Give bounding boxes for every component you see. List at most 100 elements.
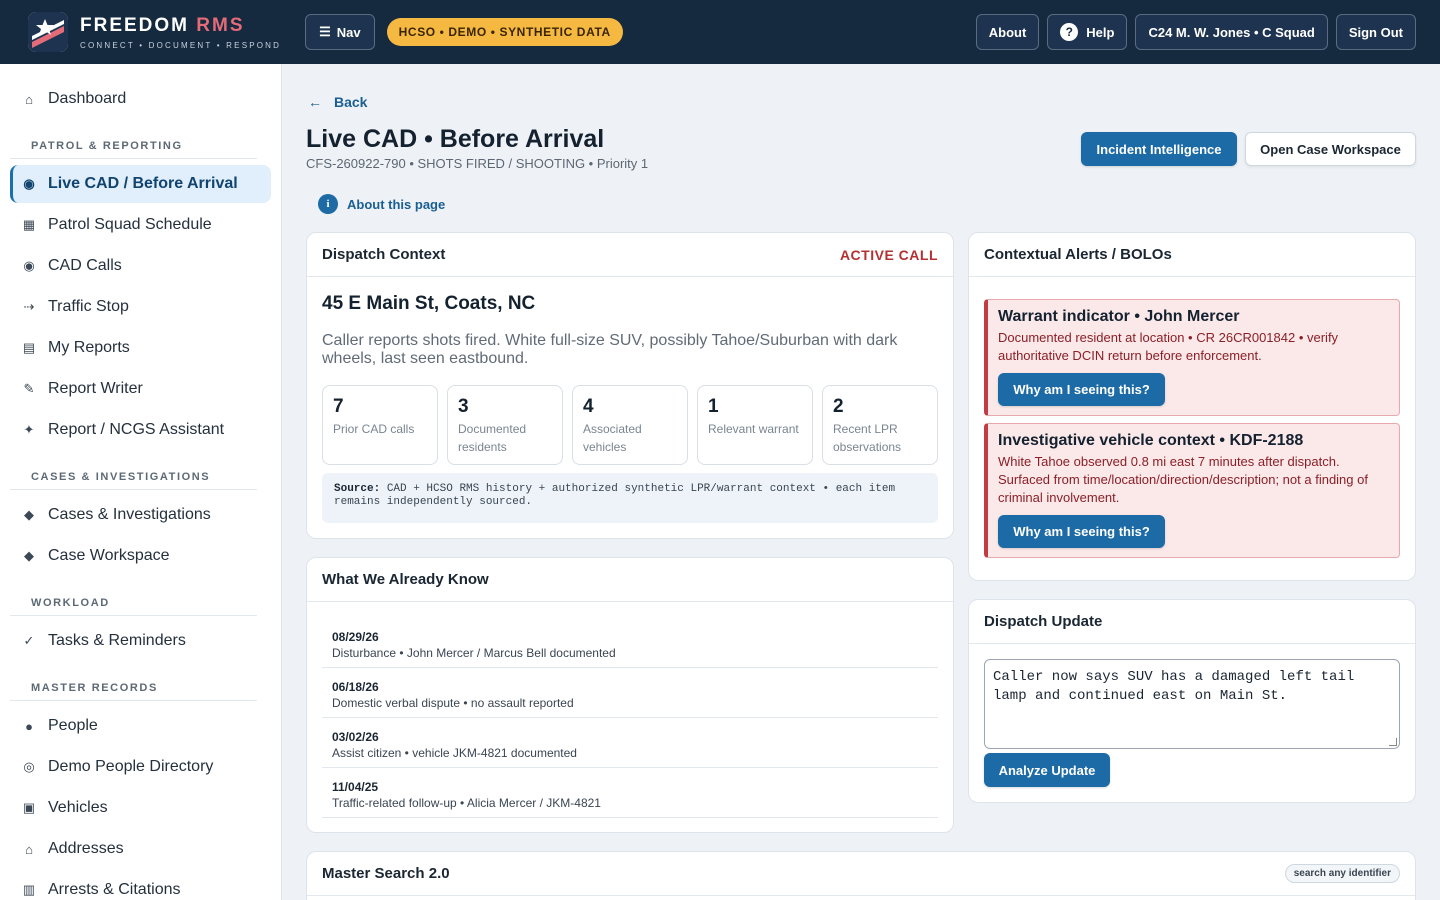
list-item[interactable]: 08/29/26 Disturbance • John Mercer / Marc… — [322, 618, 938, 668]
alert-body: Documented resident at location • CR 26C… — [998, 330, 1339, 363]
menu-icon: ☰ — [319, 24, 331, 39]
dispatch-update-header: Dispatch Update — [969, 600, 1415, 644]
brand: FREEDOM RMS CONNECT • DOCUMENT • RESPOND — [80, 15, 281, 50]
why-seeing-this-button[interactable]: Why am I seeing this? — [998, 515, 1165, 548]
diamond-icon: ◆ — [24, 507, 34, 522]
help-button-label: Help — [1086, 24, 1115, 40]
stat-lpr[interactable]: 2 Recent LPR observations — [822, 385, 938, 465]
why-seeing-this-button[interactable]: Why am I seeing this? — [998, 373, 1165, 406]
stats-row: 7 Prior CAD calls 3 Documented residents 4… — [322, 385, 938, 465]
page-subtitle: CFS-260922-790 • SHOTS FIRED / SHOOTING … — [306, 156, 649, 171]
master-search-card: Master Search 2.0 search any identifier — [306, 851, 1416, 900]
stat-vehicles[interactable]: 4 Associated vehicles — [572, 385, 688, 465]
sidebar-item-ncgs-assistant[interactable]: ✦ Report / NCGS Assistant — [10, 411, 271, 449]
sidebar-item-arrests[interactable]: ▥ Arrests & Citations — [10, 871, 271, 900]
search-hint-badge: search any identifier — [1284, 864, 1400, 883]
alert-title: Warrant indicator • John Mercer — [998, 308, 1240, 325]
dispatch-update-card: Dispatch Update Caller now says SUV has … — [968, 599, 1416, 803]
sidebar-item-dashboard[interactable]: ⌂ Dashboard — [10, 80, 271, 118]
main-content: ← Back Live CAD • Before Arrival CFS-260… — [282, 64, 1440, 900]
stat-warrant[interactable]: 1 Relevant warrant — [697, 385, 813, 465]
list-item[interactable]: 11/04/25 Traffic-related follow-up • Alic… — [322, 768, 938, 818]
master-search-header: Master Search 2.0 search any identifier — [307, 852, 1415, 896]
sidebar-item-live-cad[interactable]: ◉ Live CAD / Before Arrival — [10, 165, 271, 203]
dispatch-update-textarea[interactable]: Caller now says SUV has a damaged left t… — [984, 659, 1400, 749]
sidebar-section-master: MASTER RECORDS — [10, 682, 257, 701]
arrow-icon: ⇢ — [23, 299, 35, 314]
sidebar-item-addresses[interactable]: ⌂ Addresses — [10, 830, 271, 868]
history-list: 08/29/26 Disturbance • John Mercer / Marc… — [322, 618, 938, 818]
dispatch-context-card: Dispatch Context ACTIVE CALL 45 E Main S… — [306, 232, 954, 539]
sidebar-item-vehicles[interactable]: ▣ Vehicles — [10, 789, 271, 827]
contextual-alerts-header: Contextual Alerts / BOLOs — [969, 233, 1415, 277]
house-icon: ⌂ — [25, 841, 33, 857]
sidebar-item-traffic-stop[interactable]: ⇢ Traffic Stop — [10, 288, 271, 326]
dot-icon: ● — [25, 718, 33, 734]
sidebar-section-patrol: PATROL & REPORTING — [10, 140, 257, 159]
sidebar-item-cad-calls[interactable]: ◉ CAD Calls — [10, 247, 271, 285]
nav-button-label: Nav — [336, 24, 361, 40]
brand-tagline: CONNECT • DOCUMENT • RESPOND — [80, 40, 282, 50]
sidebar-item-cases[interactable]: ◆ Cases & Investigations — [10, 496, 271, 534]
sidebar-item-tasks[interactable]: ✓ Tasks & Reminders — [10, 622, 271, 660]
sidebar-item-my-reports[interactable]: ▤ My Reports — [10, 329, 271, 367]
alert-title: Investigative vehicle context • KDF-2188 — [998, 432, 1304, 449]
vehicle-icon: ▣ — [22, 800, 36, 815]
help-icon: ? — [1060, 23, 1079, 41]
card-title: Master Search 2.0 — [322, 865, 450, 882]
sidebar-item-report-writer[interactable]: ✎ Report Writer — [10, 370, 271, 408]
resize-handle[interactable] — [1389, 738, 1397, 746]
about-page-link[interactable]: i About this page — [318, 194, 445, 214]
list-item[interactable]: 06/18/26 Domestic verbal dispute • no ass… — [322, 668, 938, 718]
sidebar: ⌂ Dashboard PATROL & REPORTING ◉ Live CAD … — [0, 64, 282, 900]
sidebar-item-demo-people[interactable]: ◎ Demo People Directory — [10, 748, 271, 786]
sidebar-item-case-workspace[interactable]: ◆ Case Workspace — [10, 537, 271, 575]
nav-button[interactable]: ☰ Nav — [305, 14, 375, 50]
contextual-alerts-card: Contextual Alerts / BOLOs Warrant indica… — [968, 232, 1416, 581]
card-title: Dispatch Context — [322, 246, 446, 263]
sidebar-item-patrol-schedule[interactable]: ▦ Patrol Squad Schedule — [10, 206, 271, 244]
document-icon: ▤ — [22, 340, 36, 355]
page-title: Live CAD • Before Arrival — [306, 125, 605, 153]
info-icon: i — [318, 194, 338, 214]
user-button[interactable]: C24 M. W. Jones • C Squad — [1135, 14, 1328, 50]
incident-address: 45 E Main St, Coats, NC — [322, 293, 536, 314]
warrant-alert: Warrant indicator • John Mercer Document… — [984, 299, 1400, 416]
pencil-icon: ✎ — [23, 381, 35, 396]
sidebar-section-workload: WORKLOAD — [10, 597, 257, 616]
incident-description: Caller reports shots fired. White full-s… — [322, 332, 898, 367]
what-we-know-card: What We Already Know 08/29/26 Disturbance… — [306, 557, 954, 833]
demo-badge: HCSO • DEMO • SYNTHETIC DATA — [386, 18, 623, 46]
diamond-icon: ◆ — [24, 548, 34, 563]
analyze-update-button[interactable]: Analyze Update — [984, 753, 1110, 787]
check-icon: ✓ — [23, 633, 35, 648]
what-we-know-header: What We Already Know — [307, 558, 953, 602]
calendar-icon: ▦ — [22, 217, 36, 232]
source-note: Source: CAD + HCSO RMS history + authori… — [322, 473, 938, 523]
sparkle-icon: ✦ — [23, 422, 35, 437]
status-badge: ACTIVE CALL — [839, 246, 938, 263]
sidebar-item-people[interactable]: ● People — [10, 707, 271, 745]
radio-icon: ◉ — [23, 258, 35, 273]
circle-icon: ◎ — [23, 759, 35, 774]
back-link[interactable]: ← Back — [308, 94, 367, 110]
vehicle-alert: Investigative vehicle context • KDF-2188… — [984, 423, 1400, 558]
alert-body: White Tahoe observed 0.8 mi east 7 minut… — [998, 454, 1368, 505]
dispatch-context-header: Dispatch Context ACTIVE CALL — [307, 233, 953, 277]
target-icon: ◉ — [23, 176, 35, 191]
open-case-workspace-button[interactable]: Open Case Workspace — [1245, 132, 1416, 166]
about-button[interactable]: About — [975, 14, 1040, 50]
logo-icon — [28, 12, 68, 52]
stat-residents[interactable]: 3 Documented residents — [447, 385, 563, 465]
home-icon: ⌂ — [25, 91, 33, 107]
sidebar-section-cases: CASES & INVESTIGATIONS — [10, 471, 257, 490]
stat-prior-calls[interactable]: 7 Prior CAD calls — [322, 385, 438, 465]
list-item[interactable]: 03/02/26 Assist citizen • vehicle JKM-482… — [322, 718, 938, 768]
brand-name: FREEDOM RMS — [80, 14, 245, 36]
arrow-left-icon: ← — [308, 94, 322, 110]
list-icon: ▥ — [22, 882, 36, 897]
top-header: FREEDOM RMS CONNECT • DOCUMENT • RESPOND… — [0, 0, 1440, 64]
incident-intelligence-button[interactable]: Incident Intelligence — [1081, 132, 1237, 166]
sign-out-button[interactable]: Sign Out — [1335, 14, 1416, 50]
help-button[interactable]: ? Help — [1047, 14, 1128, 50]
